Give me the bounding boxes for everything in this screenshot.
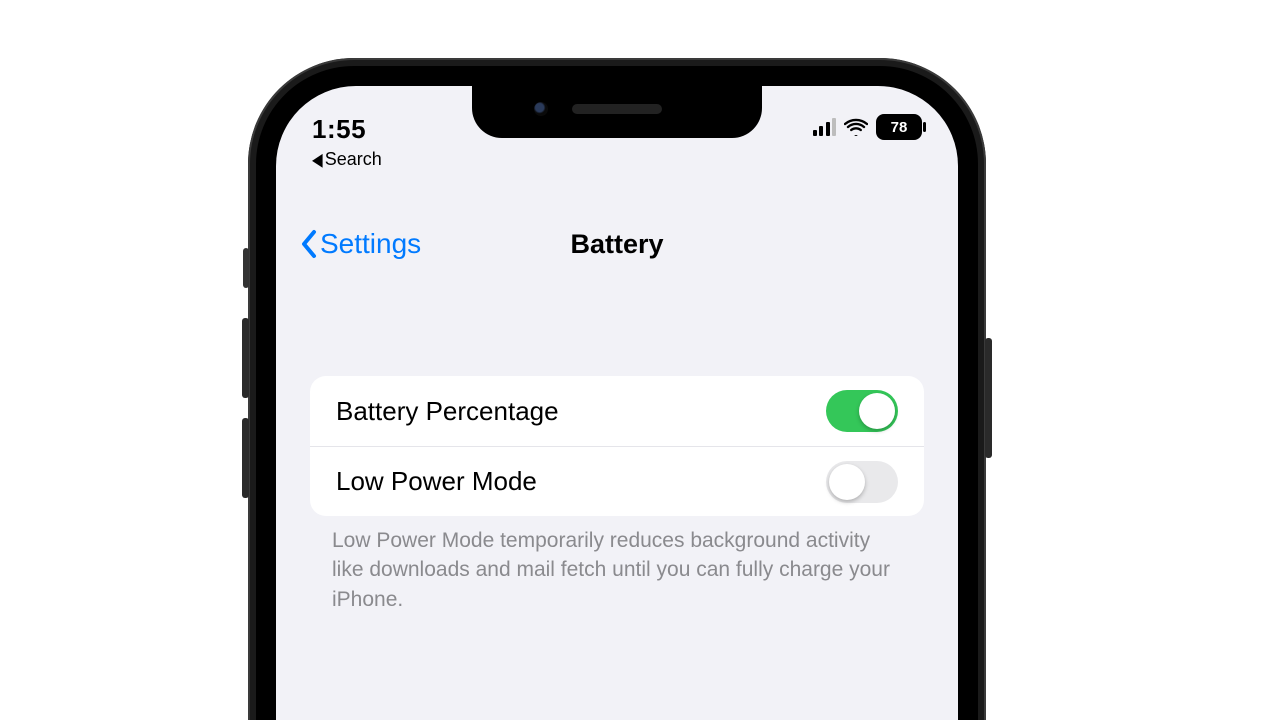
row-battery-percentage: Battery Percentage: [310, 376, 924, 446]
silence-switch: [243, 248, 249, 288]
nav-bar: Settings Battery: [276, 214, 958, 274]
stage: 1:55 ◀ Search: [0, 0, 1280, 720]
volume-down-button: [242, 418, 249, 498]
footer-description: Low Power Mode temporarily reduces backg…: [332, 526, 902, 614]
cellular-signal-icon: [813, 118, 837, 136]
phone-bezel: 1:55 ◀ Search: [256, 66, 978, 720]
nav-back-label: Settings: [320, 228, 421, 260]
back-triangle-icon: ◀: [312, 148, 323, 170]
toggle-knob: [859, 393, 895, 429]
power-button: [985, 338, 992, 458]
toggle-knob: [829, 464, 865, 500]
status-time: 1:55: [312, 114, 472, 145]
volume-up-button: [242, 318, 249, 398]
battery-status-icon: 78: [876, 114, 922, 140]
toggle-low-power-mode[interactable]: [826, 461, 898, 503]
toggle-battery-percentage[interactable]: [826, 390, 898, 432]
page-title: Battery: [570, 229, 663, 260]
row-low-power-mode: Low Power Mode: [310, 446, 924, 516]
chevron-left-icon: [300, 229, 318, 259]
phone-frame: 1:55 ◀ Search: [248, 58, 986, 720]
row-label-battery-percentage: Battery Percentage: [336, 396, 559, 427]
status-bar: 1:55 ◀ Search: [276, 86, 958, 164]
phone-screen: 1:55 ◀ Search: [276, 86, 958, 720]
back-to-app-button[interactable]: ◀ Search: [312, 149, 472, 170]
nav-back-button[interactable]: Settings: [300, 228, 421, 260]
battery-percent-label: 78: [891, 119, 908, 136]
row-label-low-power-mode: Low Power Mode: [336, 466, 537, 497]
back-to-app-label: Search: [325, 149, 382, 170]
wifi-icon: [844, 118, 868, 136]
settings-group: Battery Percentage Low Power Mode: [310, 376, 924, 516]
